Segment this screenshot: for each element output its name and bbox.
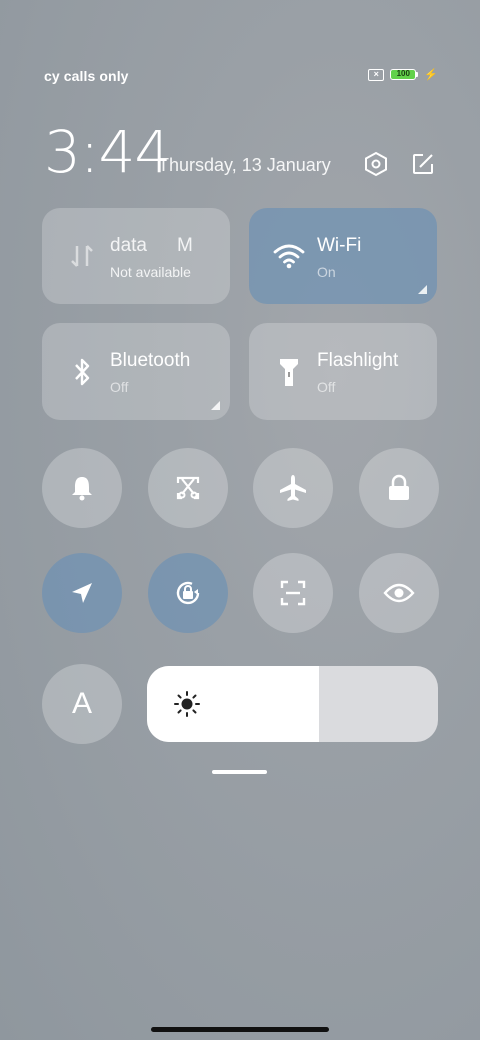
location-icon (72, 583, 92, 603)
expand-corner-icon[interactable] (418, 285, 427, 294)
auto-brightness-button[interactable]: A (42, 664, 122, 744)
home-indicator[interactable] (151, 1027, 329, 1032)
clock: 3:44 (44, 118, 171, 186)
edit-icon[interactable] (409, 150, 437, 178)
eye-icon (383, 583, 415, 603)
screenshot-icon (176, 476, 200, 500)
tile-flashlight[interactable]: Flashlight Off (249, 323, 437, 420)
tile-bluetooth[interactable]: Bluetooth Off (42, 323, 230, 420)
toggle-location[interactable] (42, 553, 122, 633)
scanner-icon (280, 580, 306, 606)
date: Thursday, 13 January (158, 155, 331, 175)
tile-mobile-data[interactable]: data M Not available (42, 208, 230, 304)
tile-wifi[interactable]: Wi-Fi On (249, 208, 437, 304)
tile-title: Bluetooth (110, 350, 191, 371)
no-sim-icon: × (368, 68, 385, 81)
toggle-lock-screen[interactable] (359, 448, 439, 528)
bell-icon (72, 477, 92, 501)
toggle-scanner[interactable] (253, 553, 333, 633)
tile-title: Wi-Fi (317, 235, 362, 256)
status-icons: × 100 ⚡ (368, 68, 438, 81)
tile-status: Not available (110, 264, 191, 280)
toggle-silent[interactable] (42, 448, 122, 528)
battery-icon: 100 (390, 69, 419, 80)
toggle-airplane[interactable] (253, 448, 333, 528)
carrier-text: cy calls only (44, 68, 129, 84)
toggle-screenshot[interactable] (148, 448, 228, 528)
gear-icon[interactable] (362, 150, 390, 178)
expand-corner-icon[interactable] (211, 401, 220, 410)
panel-drag-handle[interactable] (212, 770, 267, 774)
rotation-lock-icon (176, 581, 200, 605)
battery-level: 100 (390, 69, 417, 80)
toggle-rotation-lock[interactable] (148, 553, 228, 633)
sun-icon (174, 691, 200, 717)
flashlight-icon (273, 356, 305, 388)
airplane-icon (280, 475, 306, 501)
tile-status: Off (110, 379, 129, 395)
brightness-slider[interactable] (147, 666, 438, 742)
toggle-reading-mode[interactable] (359, 553, 439, 633)
tile-status: Off (317, 379, 336, 395)
mobile-data-icon (66, 240, 98, 272)
bluetooth-icon (66, 356, 98, 388)
tile-title: Flashlight (317, 350, 399, 371)
wifi-icon (273, 240, 305, 272)
auto-brightness-label: A (71, 687, 92, 720)
bolt-icon: ⚡ (424, 69, 438, 81)
tile-title: data M (110, 235, 193, 256)
lock-icon (389, 474, 409, 500)
tile-status: On (317, 264, 336, 280)
